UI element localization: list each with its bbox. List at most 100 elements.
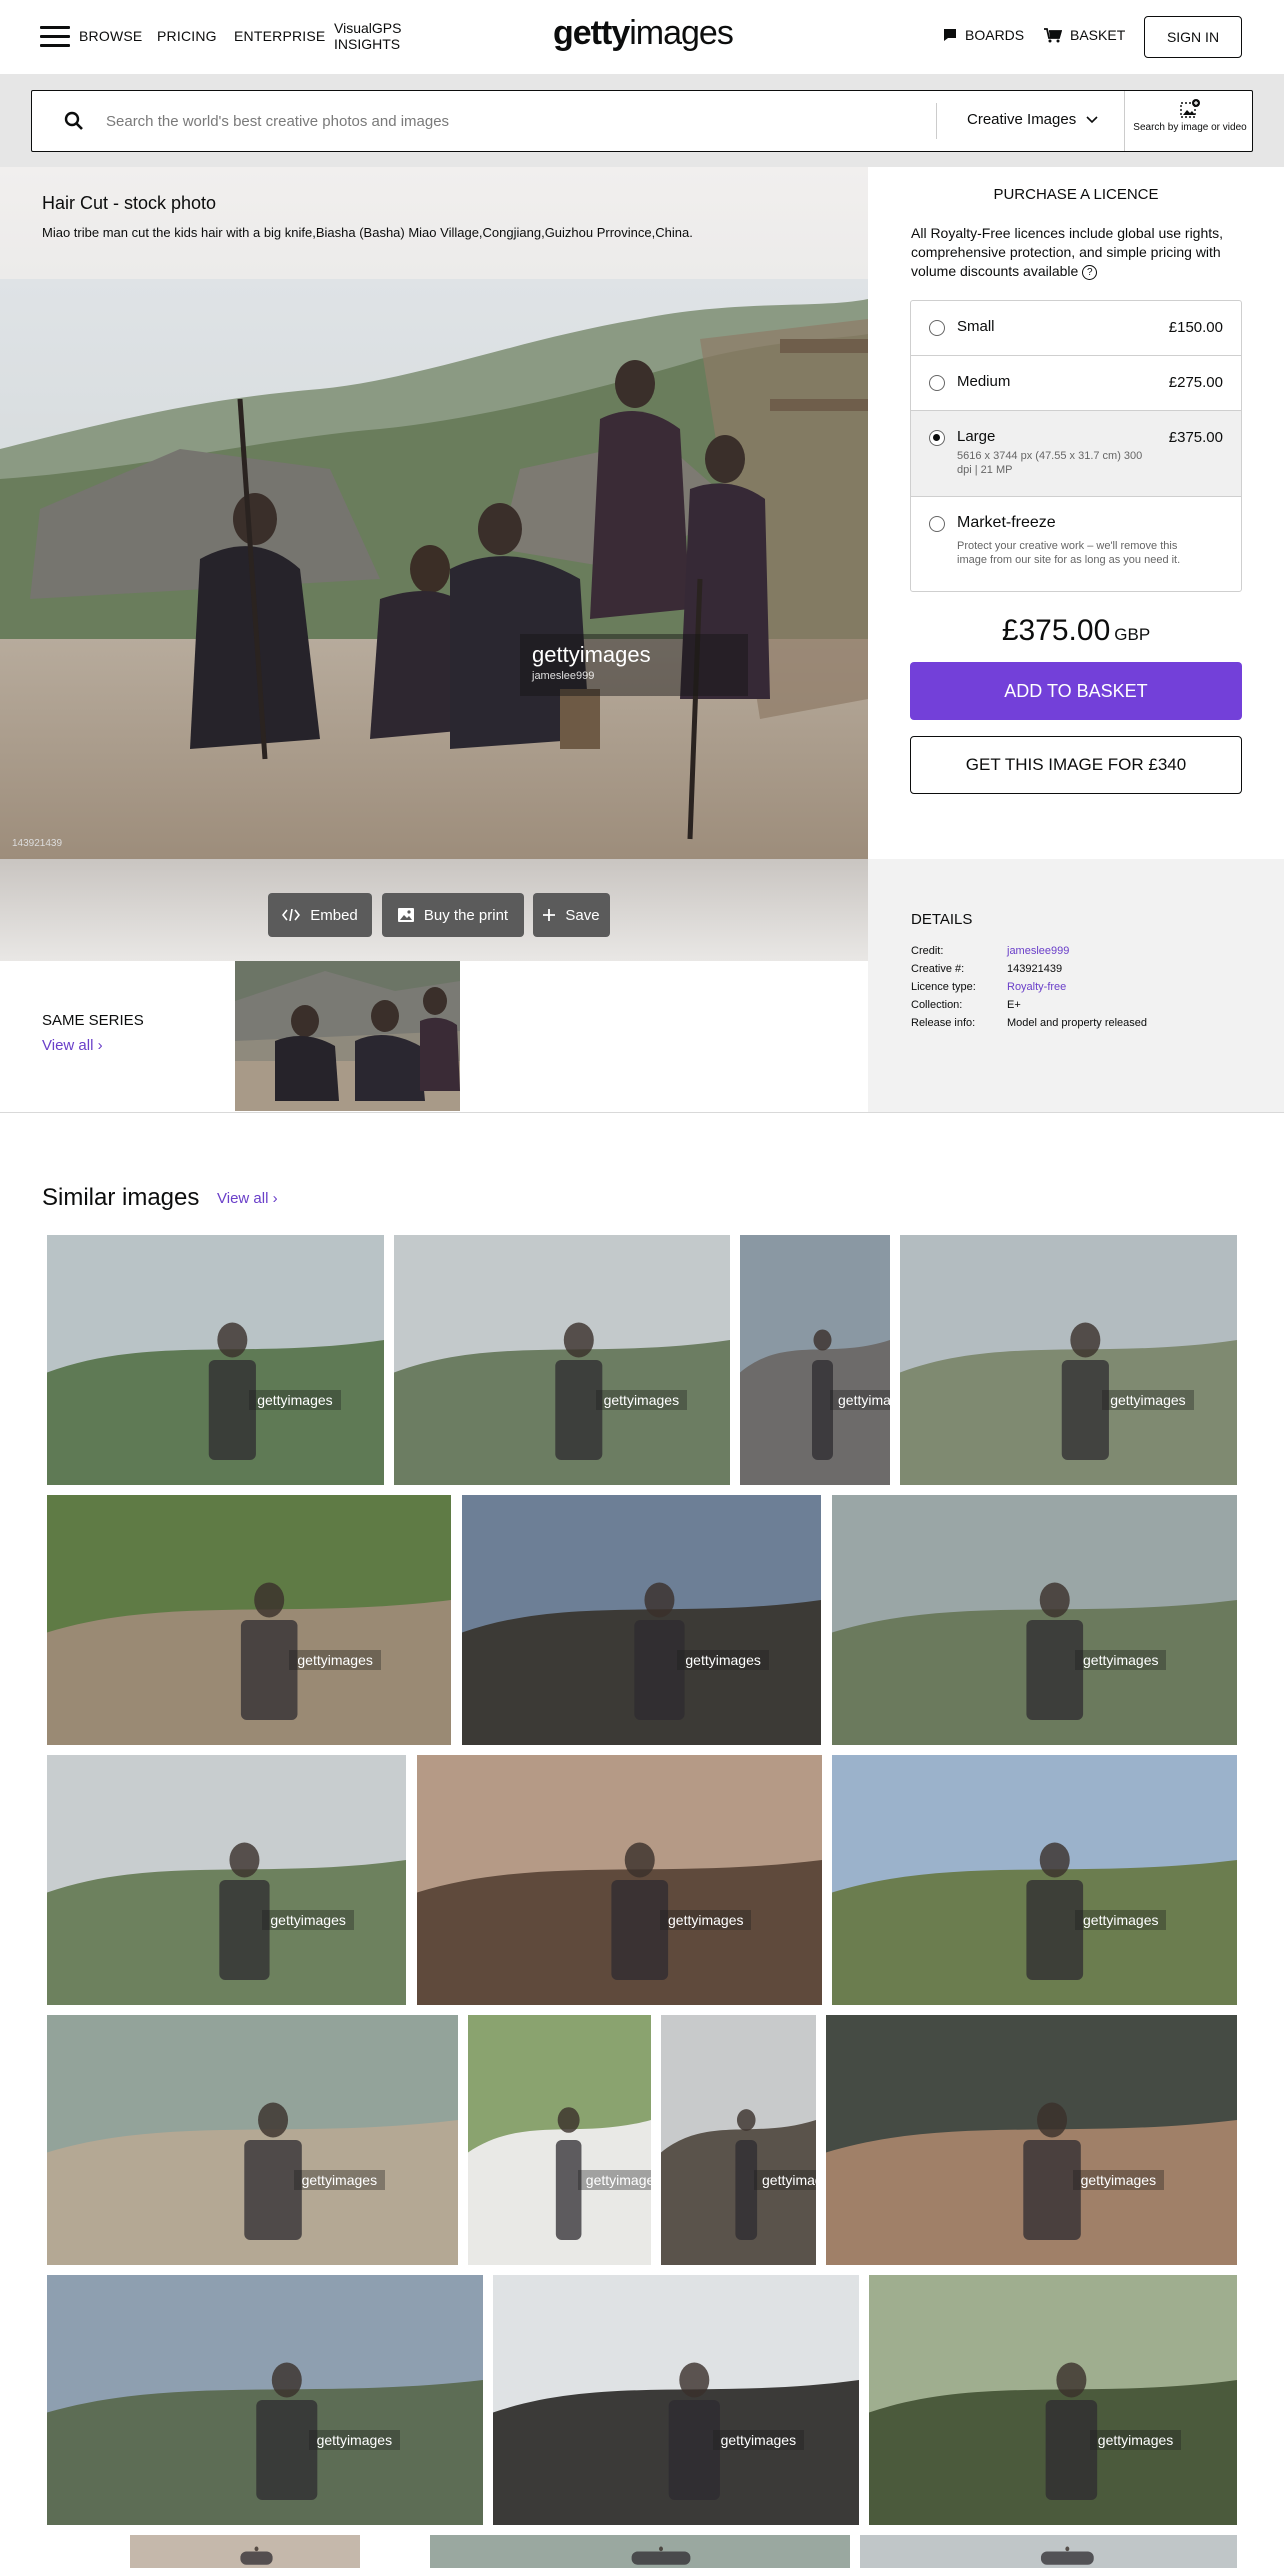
credit-link[interactable]: jameslee999	[1007, 945, 1069, 957]
radio-medium[interactable]	[929, 375, 945, 391]
similar-image-thumbnail[interactable]	[430, 2535, 850, 2568]
similar-image-thumbnail[interactable]: gettyimages	[826, 2015, 1237, 2265]
detail-release-info: Release info: Model and property released	[911, 1017, 1148, 1029]
similar-image-thumbnail[interactable]: gettyimages	[47, 2275, 483, 2525]
section-divider	[0, 1112, 1284, 1113]
getty-logo[interactable]: gettyimages	[553, 14, 734, 53]
similar-image-thumbnail[interactable]: gettyimages	[740, 1235, 890, 1485]
total-price: £375.00 GBP	[1001, 614, 1151, 647]
photo-title: Hair Cut - stock photo	[42, 193, 217, 213]
thumbnail-watermark: gettyimages	[595, 1390, 688, 1410]
similar-view-all-link[interactable]: View all ›	[217, 1190, 278, 1207]
search-divider	[1124, 91, 1125, 151]
thumbnail-watermark: gettyimages	[677, 1650, 769, 1670]
search-divider	[936, 103, 937, 139]
similar-image-thumbnail[interactable]: gettyimages	[462, 1495, 821, 1745]
image-icon	[397, 908, 414, 922]
search-by-image-button[interactable]: Search by image or video	[1132, 97, 1248, 133]
search-input[interactable]	[106, 91, 936, 151]
photo-caption: Miao tribe man cut the kids hair with a …	[42, 225, 693, 240]
basket-link[interactable]: BASKET	[1044, 27, 1125, 43]
info-icon[interactable]: ?	[1082, 264, 1098, 280]
nav-enterprise[interactable]: ENTERPRISE	[234, 28, 325, 44]
similar-image-thumbnail[interactable]	[130, 2535, 360, 2568]
boards-icon	[944, 29, 956, 41]
site-header: BROWSE PRICING ENTERPRISE VisualGPS INSI…	[0, 0, 1284, 74]
similar-image-thumbnail[interactable]: gettyimages	[47, 2015, 458, 2265]
licence-type-link[interactable]: Royalty-free	[1007, 981, 1066, 993]
similar-image-thumbnail[interactable]: gettyimages	[468, 2015, 651, 2265]
detail-licence-type: Licence type: Royalty-free	[911, 981, 1067, 993]
thumbnail-watermark: gettyimages	[249, 1390, 341, 1410]
licence-option-small[interactable]: Small £150.00	[911, 301, 1241, 356]
add-to-basket-button[interactable]: ADD TO BASKET	[910, 662, 1242, 720]
thumbnail-watermark: gettyimages	[1072, 2170, 1165, 2190]
thumbnail-watermark: gettyimages	[1089, 2430, 1182, 2450]
main-photo[interactable]: 143921439	[0, 279, 868, 859]
thumbnail-watermark: gettyimages	[1075, 1650, 1167, 1670]
chevron-right-icon: ›	[97, 1037, 103, 1054]
chevron-right-icon: ›	[272, 1190, 278, 1207]
radio-small[interactable]	[929, 320, 945, 336]
similar-image-thumbnail[interactable]: gettyimages	[47, 1235, 384, 1485]
sign-in-button[interactable]: SIGN IN	[1144, 16, 1242, 58]
detail-creative-number: Creative #: 143921439	[911, 963, 1063, 975]
plus-icon	[543, 909, 556, 921]
thumbnail-watermark: gettyimages	[577, 2170, 651, 2190]
same-series-heading: SAME SERIES	[42, 1012, 144, 1029]
licence-option-market-freeze[interactable]: Market-freeze Protect your creative work…	[911, 497, 1241, 591]
purchase-licence-title: PURCHASE A LICENCE	[993, 186, 1159, 203]
search-band: Creative Images Search by image or video	[0, 74, 1284, 167]
get-this-image-button[interactable]: GET THIS IMAGE FOR £340	[910, 736, 1242, 794]
similar-image-thumbnail[interactable]: gettyimages	[47, 1495, 451, 1745]
detail-credit: Credit: jameslee999	[911, 945, 1070, 957]
similar-image-thumbnail[interactable]: gettyimages	[417, 1755, 822, 2005]
thumbnail-watermark: gettyimages	[289, 1650, 381, 1670]
nav-pricing[interactable]: PRICING	[157, 28, 217, 44]
thumbnail-watermark: gettyimages	[660, 1910, 752, 1930]
thumbnail-watermark: gettyimages	[1102, 1390, 1194, 1410]
search-type-dropdown[interactable]: Creative Images	[967, 111, 1098, 128]
search-icon[interactable]	[64, 111, 84, 131]
similar-image-thumbnail[interactable]	[860, 2535, 1237, 2568]
similar-image-thumbnail[interactable]: gettyimages	[900, 1235, 1237, 1485]
photo-watermark: gettyimages jameslee999	[520, 634, 748, 696]
thumbnail-watermark: gettyimages	[1075, 1910, 1167, 1930]
similar-images-heading: Similar images	[42, 1184, 200, 1211]
photo-header-band	[0, 167, 868, 279]
purchase-description: All Royalty-Free licences include global…	[911, 225, 1224, 280]
photo-id: 143921439	[12, 838, 63, 849]
code-icon	[282, 909, 301, 921]
same-series-thumbnail[interactable]	[235, 961, 460, 1111]
same-series-view-all-link[interactable]: View all ›	[42, 1037, 103, 1054]
similar-image-thumbnail[interactable]: gettyimages	[869, 2275, 1237, 2525]
details-heading: DETAILS	[911, 911, 973, 928]
buy-the-print-button[interactable]: Buy the print	[382, 893, 524, 937]
thumbnail-watermark: gettyimages	[308, 2430, 401, 2450]
thumbnail-watermark: gettyimages	[293, 2170, 386, 2190]
similar-image-thumbnail[interactable]: gettyimages	[493, 2275, 859, 2525]
chevron-down-icon	[1086, 115, 1098, 123]
basket-icon	[1044, 27, 1062, 42]
similar-image-thumbnail[interactable]: gettyimages	[832, 1495, 1237, 1745]
boards-link[interactable]: BOARDS	[943, 27, 1024, 43]
menu-icon[interactable]	[40, 26, 70, 48]
radio-market-freeze[interactable]	[929, 516, 945, 532]
nav-browse[interactable]: BROWSE	[79, 28, 142, 44]
detail-collection: Collection: E+	[911, 999, 1021, 1011]
nav-visualgps-insights[interactable]: VisualGPS INSIGHTS	[334, 20, 414, 52]
thumbnail-watermark: gettyimages	[754, 2170, 816, 2190]
similar-image-thumbnail[interactable]: gettyimages	[47, 1755, 406, 2005]
embed-button[interactable]: Embed	[268, 893, 372, 937]
search-bar: Creative Images Search by image or video	[31, 90, 1253, 152]
licence-option-large[interactable]: Large £375.00 5616 x 3744 px (47.55 x 31…	[911, 411, 1241, 497]
radio-large[interactable]	[929, 430, 945, 446]
thumbnail-watermark: gettyimages	[262, 1910, 354, 1930]
similar-image-thumbnail[interactable]: gettyimages	[832, 1755, 1237, 2005]
similar-image-thumbnail[interactable]: gettyimages	[394, 1235, 730, 1485]
similar-image-thumbnail[interactable]: gettyimages	[661, 2015, 816, 2265]
thumbnail-watermark: gettyimages	[830, 1390, 890, 1410]
image-search-icon	[1180, 99, 1200, 118]
save-button[interactable]: Save	[533, 893, 610, 937]
licence-option-medium[interactable]: Medium £275.00	[911, 356, 1241, 411]
